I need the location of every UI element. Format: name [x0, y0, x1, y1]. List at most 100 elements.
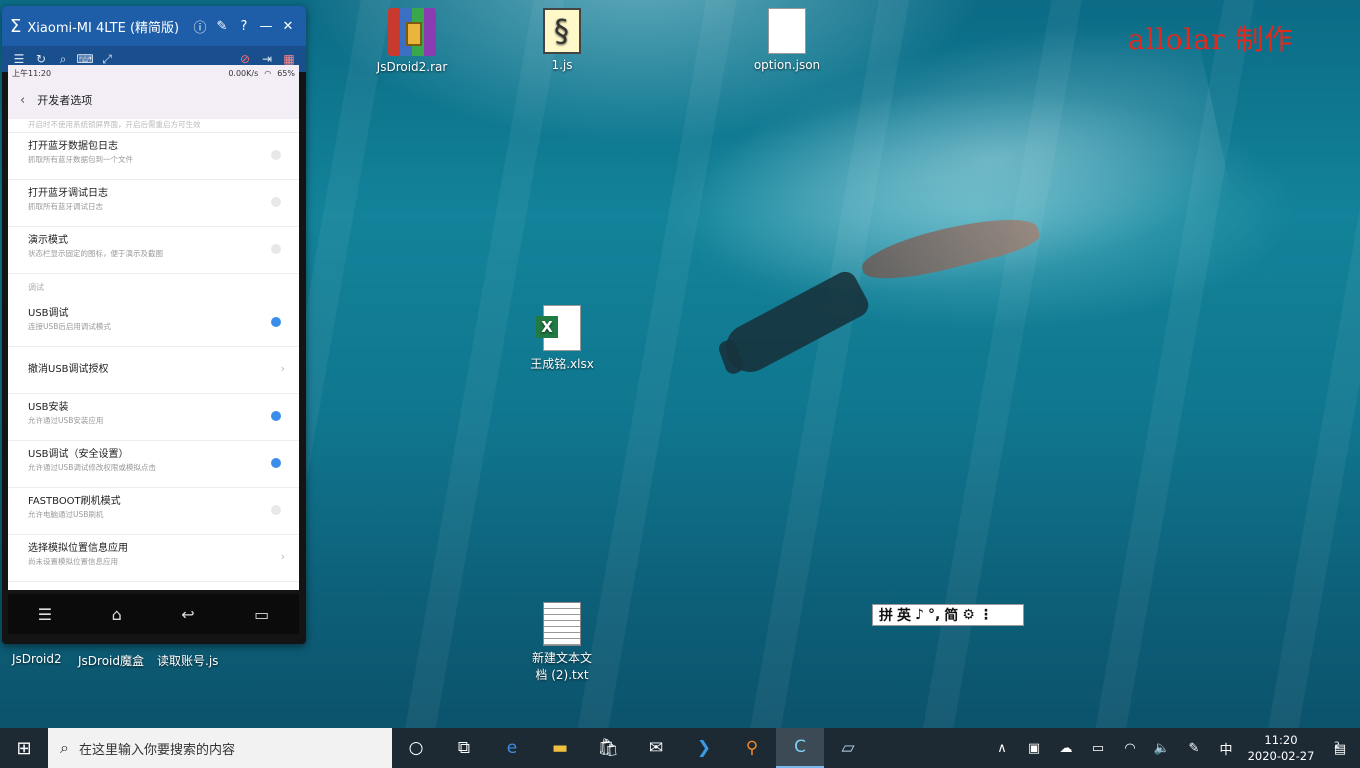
- toggle-switch[interactable]: [257, 503, 283, 517]
- battery-level: 65%: [277, 68, 295, 78]
- taskbar-clock[interactable]: 11:20 2020-02-27: [1242, 732, 1320, 764]
- json-file-icon: [768, 8, 806, 54]
- settings-row-mock-location[interactable]: 选择模拟位置信息应用 尚未设置模拟位置信息应用 ›: [8, 535, 299, 582]
- network-icon[interactable]: ◠: [1114, 741, 1146, 756]
- keyboard-icon[interactable]: ⌨: [74, 52, 96, 66]
- settings-row-usb-debug-secure[interactable]: USB调试（安全设置） 允许通过USB调试修改权限或模拟点击: [8, 441, 299, 488]
- menu-key-icon[interactable]: ☰: [38, 605, 52, 624]
- taskbar: ⊞ ⌕ 在这里输入你要搜索的内容 ○ ⧉ e ▬ 🛍 ✉ ❯ ⚲ C ▱ ∧ ▣…: [0, 728, 1360, 768]
- toggle-switch[interactable]: [257, 148, 283, 162]
- tray-device-icon[interactable]: ▭: [1082, 741, 1114, 756]
- ime-english-icon[interactable]: 英: [897, 605, 911, 625]
- row-title: 打开蓝牙数据包日志: [28, 141, 118, 152]
- minimize-button[interactable]: —: [256, 19, 276, 34]
- onedrive-icon[interactable]: ☁: [1050, 741, 1082, 756]
- task-view-icon[interactable]: ⧉: [440, 728, 488, 768]
- info-icon[interactable]: ⓘ: [190, 17, 210, 36]
- pin-icon[interactable]: ✎: [212, 19, 232, 34]
- toggle-switch[interactable]: [257, 409, 283, 423]
- settings-row-bt-hci-log[interactable]: 打开蓝牙数据包日志 抓取所有蓝牙数据包到一个文件: [8, 133, 299, 180]
- app-logo-icon: Σ: [10, 15, 22, 37]
- taskbar-search[interactable]: ⌕ 在这里输入你要搜索的内容: [48, 728, 392, 768]
- desktop-icon-label: option.json: [753, 58, 821, 72]
- clock-time: 11:20: [1264, 733, 1298, 747]
- file-explorer-icon[interactable]: ▬: [536, 728, 584, 768]
- rotate-icon[interactable]: ↻: [30, 52, 52, 66]
- toggle-knob: [271, 317, 281, 327]
- ime-moon-icon[interactable]: ♪: [915, 607, 924, 623]
- ime-simplified-icon[interactable]: 简: [944, 605, 958, 625]
- desktop-icon-jsdroid-mohe[interactable]: JsDroid魔盒: [78, 652, 144, 669]
- desktop-icon-txt[interactable]: 新建文本文档 (2).txt: [517, 602, 607, 684]
- apps-icon[interactable]: ▦: [278, 52, 300, 66]
- cortana-icon[interactable]: ○: [392, 728, 440, 768]
- help-icon[interactable]: ?: [234, 19, 254, 34]
- store-icon[interactable]: 🛍: [584, 728, 632, 768]
- toggle-switch[interactable]: [257, 456, 283, 470]
- phone-clock: 上午11:20: [12, 68, 52, 78]
- appbar-title: 开发者选项: [37, 94, 93, 107]
- ime-settings-icon[interactable]: ⚙: [962, 607, 975, 623]
- notepad-app-icon[interactable]: ▱: [824, 728, 872, 768]
- ime-more-icon[interactable]: ⋮: [979, 607, 993, 623]
- back-key-icon[interactable]: ↩: [181, 605, 194, 624]
- desktop-icon-option-json[interactable]: option.json: [742, 8, 832, 72]
- toggle-switch[interactable]: [257, 242, 283, 256]
- settings-row-demo-mode[interactable]: 演示模式 状态栏显示固定的图标，便于演示及截图: [8, 227, 299, 274]
- vscode-icon[interactable]: ❯: [680, 728, 728, 768]
- tray-expand-icon[interactable]: ∧: [986, 741, 1018, 756]
- window-title: Xiaomi-MI 4LTE (精简版): [27, 20, 180, 36]
- desktop-icon-xlsx[interactable]: 王成铭.xlsx: [517, 305, 607, 372]
- toggle-switch[interactable]: [257, 195, 283, 209]
- tray-app-icon[interactable]: ▣: [1018, 741, 1050, 756]
- settings-row-usb-debugging[interactable]: USB调试 连接USB后启用调试模式: [8, 300, 299, 347]
- desktop-icon-label: 新建文本文档 (2).txt: [531, 651, 592, 682]
- toggle-knob: [271, 505, 281, 515]
- row-title: USB安装: [28, 402, 69, 413]
- row-title: USB调试: [28, 308, 69, 319]
- desktop-icon-read-account-js[interactable]: 读取账号.js: [157, 652, 218, 669]
- row-title: 打开蓝牙调试日志: [28, 188, 108, 199]
- ime-pinyin-icon[interactable]: 拼: [879, 605, 893, 625]
- toggle-knob: [271, 458, 281, 468]
- close-button[interactable]: ✕: [278, 19, 298, 34]
- toggle-knob: [271, 150, 281, 160]
- phone-navbar: ☰ ⌂ ↩ ▭: [8, 594, 299, 634]
- window-titlebar[interactable]: Σ Xiaomi-MI 4LTE (精简版) ⓘ ✎ ? — ✕: [2, 6, 306, 46]
- recents-key-icon[interactable]: ▭: [254, 605, 269, 624]
- phone-mirror-app-icon[interactable]: C: [776, 728, 824, 768]
- desktop-icon-jsdroid-rar[interactable]: JsDroid2.rar: [367, 8, 457, 74]
- row-title: FASTBOOT刷机模式: [28, 496, 121, 507]
- row-title: 撤消USB调试授权: [28, 364, 109, 375]
- home-key-icon[interactable]: ⌂: [112, 605, 122, 624]
- ime-punct-icon[interactable]: °,: [928, 607, 940, 623]
- volume-icon[interactable]: 🔈: [1146, 741, 1178, 756]
- back-arrow-icon[interactable]: ‹: [20, 93, 25, 108]
- phone-status-icons: 0.00K/s ◠ 65%: [228, 69, 295, 78]
- settings-row-fastboot[interactable]: FASTBOOT刷机模式 允许电脑通过USB刷机: [8, 488, 299, 535]
- js-script-icon: [543, 8, 581, 54]
- search-tool-icon[interactable]: ⚲: [728, 728, 776, 768]
- settings-row-bt-debug-log[interactable]: 打开蓝牙调试日志 抓取所有蓝牙调试日志: [8, 180, 299, 227]
- windows-logo-icon: ⊞: [16, 737, 32, 759]
- desktop-icon-jsdroid2[interactable]: JsDroid2: [12, 652, 62, 666]
- export-icon[interactable]: ⇥: [256, 52, 278, 66]
- pen-icon[interactable]: ✎: [1178, 741, 1210, 756]
- desktop-icon-1-js[interactable]: 1.js: [517, 8, 607, 72]
- row-title: 选择模拟位置信息应用: [28, 543, 128, 554]
- record-icon[interactable]: ⊘: [234, 52, 256, 66]
- edge-icon[interactable]: e: [488, 728, 536, 768]
- text-file-icon: [543, 602, 581, 646]
- desktop-icon-label: JsDroid2.rar: [376, 60, 448, 74]
- menu-icon[interactable]: ☰: [8, 52, 30, 66]
- ime-language-indicator[interactable]: 中: [1210, 739, 1242, 758]
- settings-row-revoke-usb-auth[interactable]: 撤消USB调试授权 ›: [8, 347, 299, 394]
- row-subtitle: 抓取所有蓝牙调试日志: [28, 202, 103, 211]
- start-button[interactable]: ⊞: [0, 728, 48, 768]
- toggle-switch[interactable]: [257, 315, 283, 329]
- action-center-button[interactable]: ▤ 2: [1320, 739, 1360, 757]
- phone-statusbar: 上午11:20 0.00K/s ◠ 65%: [8, 65, 299, 81]
- settings-row-usb-install[interactable]: USB安装 允许通过USB安装应用: [8, 394, 299, 441]
- row-subtitle: 尚未设置模拟位置信息应用: [28, 557, 118, 566]
- mail-icon[interactable]: ✉: [632, 728, 680, 768]
